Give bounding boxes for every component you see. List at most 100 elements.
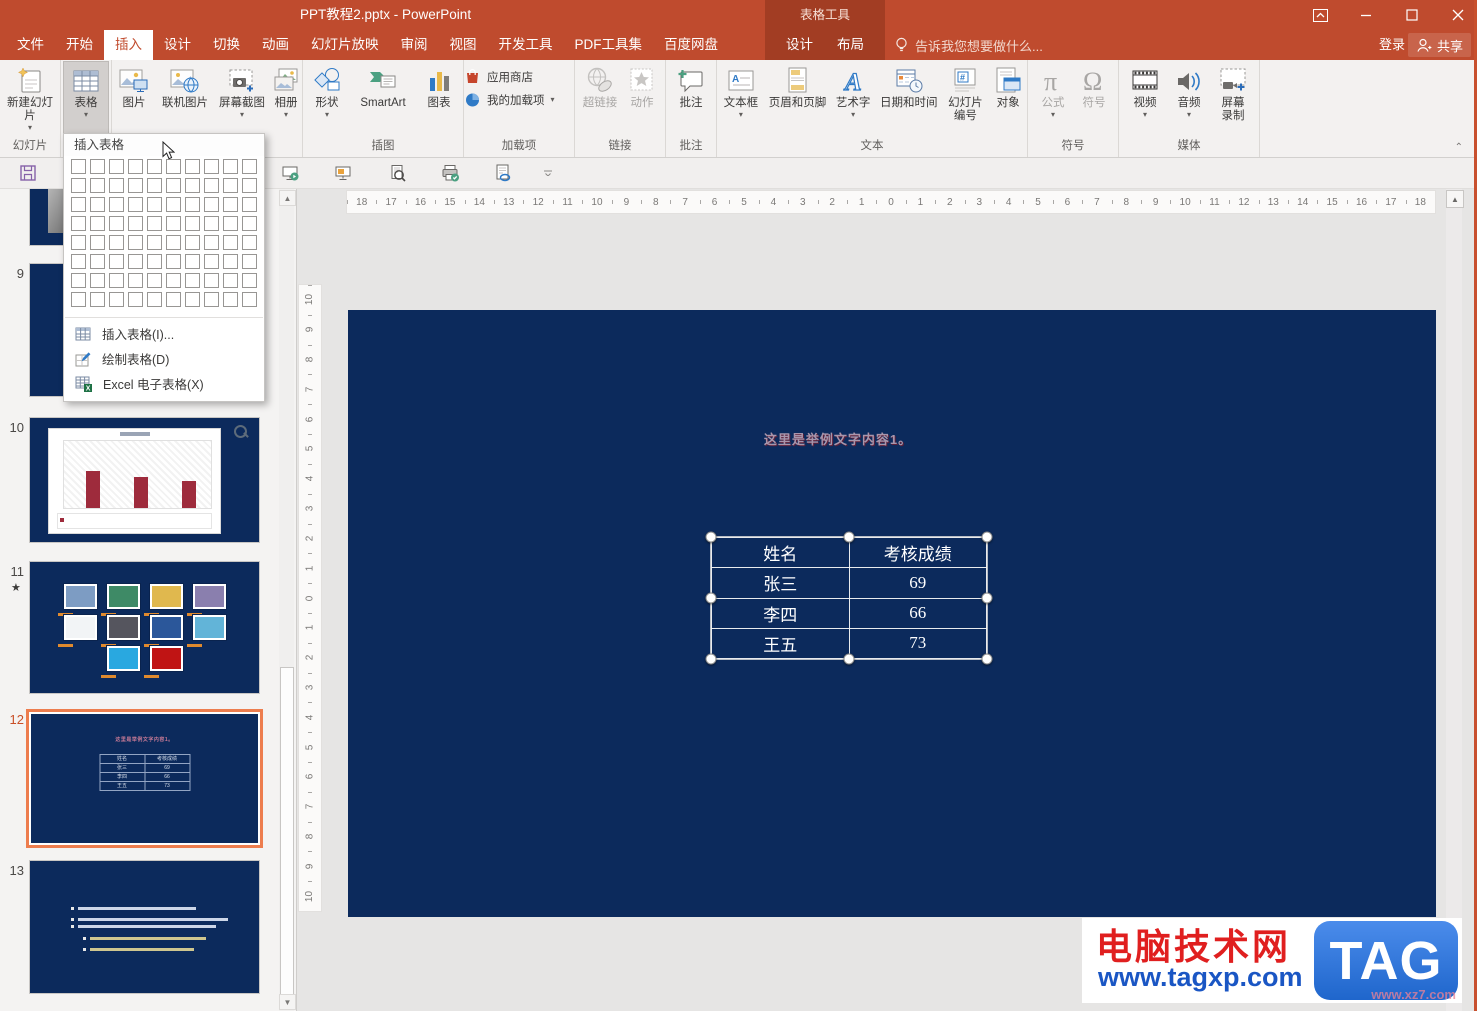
dropdown-item-2[interactable]: X Excel 电子表格(X) <box>64 371 264 396</box>
table-grid-cell[interactable] <box>109 197 124 212</box>
table-grid-cell[interactable] <box>90 273 105 288</box>
my-addins-button[interactable]: 我的加载项 ▾ <box>464 91 555 108</box>
table-grid-cell[interactable] <box>166 273 181 288</box>
table-grid-cell[interactable] <box>147 159 162 174</box>
table-grid-cell[interactable] <box>90 254 105 269</box>
slide-thumbnail-12[interactable]: 这里是举例文字内容1。 姓名 考核成绩 张三 69 李四 66 王五 73 <box>26 709 263 848</box>
table-grid-cell[interactable] <box>128 292 143 307</box>
table-grid-cell[interactable] <box>185 273 200 288</box>
start-slideshow-icon[interactable] <box>280 163 300 183</box>
editor-scrollbar[interactable]: ▲ <box>1446 188 1464 1011</box>
table-grid-cell[interactable] <box>166 197 181 212</box>
table-grid-cell[interactable] <box>147 273 162 288</box>
table-grid-cell[interactable] <box>223 254 238 269</box>
new-slide-button[interactable]: 新建幻灯片 ▾ <box>2 62 58 132</box>
table-grid-cell[interactable] <box>204 292 219 307</box>
selection-handle[interactable] <box>843 653 855 665</box>
table-grid-cell[interactable] <box>223 216 238 231</box>
table-grid-cell[interactable] <box>147 254 162 269</box>
table-grid-cell[interactable] <box>242 216 257 231</box>
scroll-up-icon[interactable]: ▲ <box>1446 190 1464 208</box>
scroll-up-icon[interactable]: ▲ <box>279 190 296 206</box>
thumbnail-scrollbar[interactable]: ▲ ▼ <box>279 188 296 1011</box>
tab-table-layout[interactable]: 布局 <box>829 30 872 60</box>
table-grid-cell[interactable] <box>147 235 162 250</box>
wordart-button[interactable]: A 艺术字 ▾ <box>830 62 876 119</box>
menu-tab-0[interactable]: 文件 <box>6 30 55 60</box>
table-grid-cell[interactable] <box>242 178 257 193</box>
slide-canvas[interactable]: 这里是举例文字内容1。 姓名 考核成绩 张三 69 李四 66 王五 73 <box>348 310 1436 917</box>
comment-button[interactable]: 批注 <box>671 62 711 110</box>
table-grid-cell[interactable] <box>166 254 181 269</box>
table-grid-cell[interactable] <box>166 216 181 231</box>
table-grid-cell[interactable] <box>109 178 124 193</box>
selection-handle[interactable] <box>843 531 855 543</box>
table-grid-cell[interactable] <box>242 235 257 250</box>
table-grid-cell[interactable] <box>128 273 143 288</box>
table-grid-cell[interactable] <box>204 254 219 269</box>
table-grid-cell[interactable] <box>242 159 257 174</box>
dropdown-item-0[interactable]: 插入表格(I)... <box>64 321 264 346</box>
table-grid-cell[interactable] <box>71 197 86 212</box>
table-grid-cell[interactable] <box>128 178 143 193</box>
table-grid-cell[interactable] <box>242 273 257 288</box>
menu-tab-5[interactable]: 动画 <box>251 30 300 60</box>
table-grid-cell[interactable] <box>166 235 181 250</box>
print-preview-icon[interactable] <box>387 163 407 183</box>
share-button[interactable]: 共享 <box>1407 33 1471 57</box>
table-grid-cell[interactable] <box>185 292 200 307</box>
table-grid-cell[interactable] <box>147 197 162 212</box>
table-grid-cell[interactable] <box>223 159 238 174</box>
slide-thumbnail-11[interactable] <box>29 561 260 694</box>
table-cell[interactable]: 李四 <box>711 597 850 629</box>
selection-handle[interactable] <box>705 653 717 665</box>
slide-thumbnail-13[interactable] <box>29 860 260 994</box>
table-grid-cell[interactable] <box>128 254 143 269</box>
table-grid-cell[interactable] <box>71 235 86 250</box>
table-grid-cell[interactable] <box>90 178 105 193</box>
shapes-button[interactable]: 形状 ▾ <box>305 62 349 119</box>
table-grid-cell[interactable] <box>204 159 219 174</box>
selection-handle[interactable] <box>981 653 993 665</box>
table-grid-cell[interactable] <box>223 273 238 288</box>
header-footer-button[interactable]: 页眉和页脚 <box>765 62 831 110</box>
menu-tab-7[interactable]: 审阅 <box>390 30 439 60</box>
table-grid-cell[interactable] <box>109 216 124 231</box>
tell-me-box[interactable]: 告诉我您想要做什么... <box>895 30 1043 60</box>
chart-button[interactable]: 图表 <box>417 62 461 110</box>
table-grid-cell[interactable] <box>223 292 238 307</box>
photo-album-button[interactable]: 相册 ▾ <box>270 62 302 119</box>
table-grid-cell[interactable] <box>166 159 181 174</box>
audio-button[interactable]: 音频 ▾ <box>1167 62 1211 119</box>
table-grid-cell[interactable] <box>128 159 143 174</box>
table-cell[interactable]: 73 <box>848 627 987 660</box>
table-grid-cell[interactable] <box>166 292 181 307</box>
table-grid-cell[interactable] <box>90 216 105 231</box>
qat-more-icon[interactable] <box>542 163 554 183</box>
menu-tab-8[interactable]: 视图 <box>439 30 488 60</box>
selection-handle[interactable] <box>705 592 717 604</box>
slide-table-selection[interactable]: 姓名 考核成绩 张三 69 李四 66 王五 73 <box>705 531 993 665</box>
table-grid-cell[interactable] <box>71 254 86 269</box>
table-grid-cell[interactable] <box>109 254 124 269</box>
table-grid-cell[interactable] <box>242 292 257 307</box>
slide-number-button[interactable]: # 幻灯片编号 <box>942 62 990 123</box>
table-grid-cell[interactable] <box>185 235 200 250</box>
table-grid-cell[interactable] <box>109 292 124 307</box>
tab-table-design[interactable]: 设计 <box>778 30 821 60</box>
table-cell[interactable]: 66 <box>848 597 987 629</box>
video-button[interactable]: 视频 ▾ <box>1123 62 1167 119</box>
slide-table[interactable]: 姓名 考核成绩 张三 69 李四 66 王五 73 <box>711 536 987 660</box>
scrollbar-thumb[interactable] <box>280 667 294 999</box>
table-grid-cell[interactable] <box>185 159 200 174</box>
table-grid-cell[interactable] <box>204 178 219 193</box>
table-grid-cell[interactable] <box>128 197 143 212</box>
slide-thumbnail-10[interactable] <box>29 417 260 543</box>
menu-tab-3[interactable]: 设计 <box>153 30 202 60</box>
table-grid-cell[interactable] <box>185 197 200 212</box>
table-grid-cell[interactable] <box>109 273 124 288</box>
menu-tab-1[interactable]: 开始 <box>55 30 104 60</box>
table-cell[interactable]: 王五 <box>711 627 850 660</box>
screen-recording-button[interactable]: 屏幕录制 <box>1211 62 1255 123</box>
table-grid-cell[interactable] <box>223 178 238 193</box>
